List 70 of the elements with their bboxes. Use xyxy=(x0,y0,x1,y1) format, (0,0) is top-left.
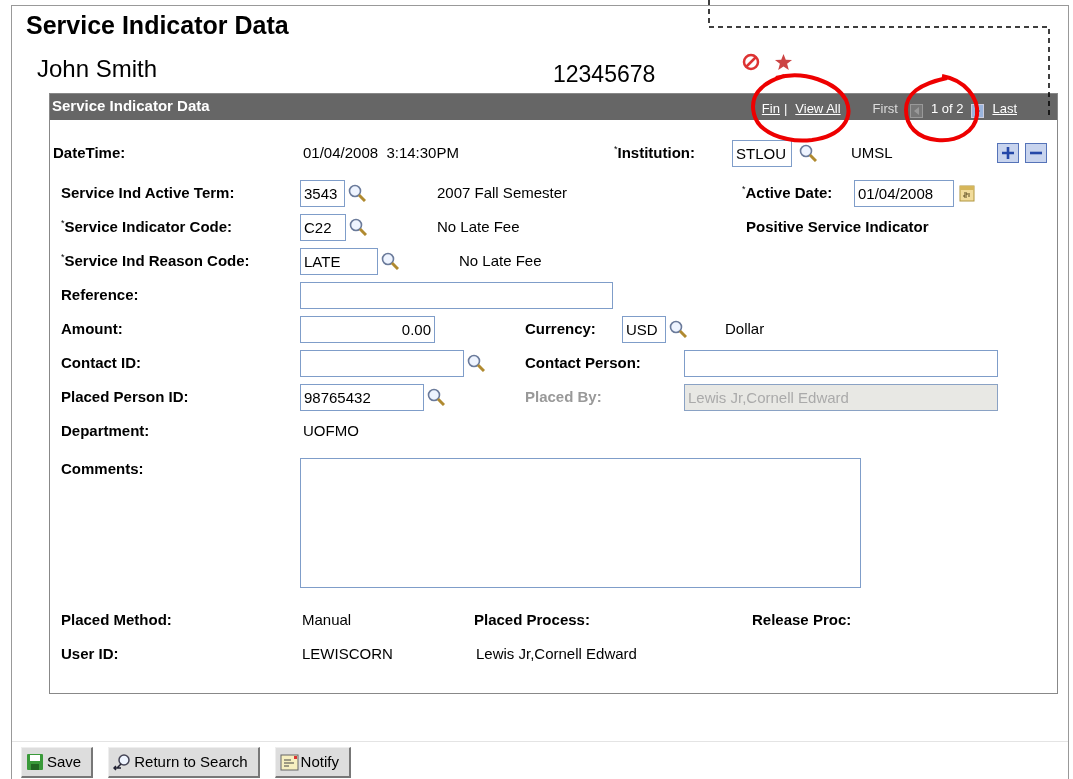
field-value: Lewis Jr,Cornell Edward xyxy=(476,643,638,664)
field-label: Release Proc: xyxy=(752,609,853,630)
input-field[interactable]: STLOU xyxy=(732,139,792,167)
nav-link[interactable]: Fin xyxy=(761,98,780,118)
toolbar-button[interactable]: Return to Search xyxy=(108,747,260,778)
input-field[interactable] xyxy=(684,349,998,377)
status-text: Positive Service Indicator xyxy=(746,216,930,237)
field-label: Placed By: xyxy=(525,386,603,407)
person-name: John Smith xyxy=(37,54,159,84)
field-label: Contact Person: xyxy=(525,352,642,373)
separator-text: | xyxy=(783,99,788,118)
star-icon xyxy=(774,53,793,71)
field-label: $^{*}$Active Date: xyxy=(742,182,834,203)
page-count: 1 of 2 xyxy=(930,99,964,118)
field-label: Contact ID: xyxy=(61,352,142,373)
field-label: Placed Method: xyxy=(61,609,173,630)
delete-row-button[interactable] xyxy=(1025,143,1047,163)
field-label: DateTime: xyxy=(53,142,127,163)
toolbar-button[interactable]: Notify xyxy=(274,747,351,778)
input-field[interactable] xyxy=(300,349,464,377)
input-field[interactable]: 98765432 xyxy=(300,383,424,411)
field-label: $^{*}$Service Indicator Code: xyxy=(61,216,234,237)
field-label: Amount: xyxy=(61,318,124,339)
field-value: UMSL xyxy=(851,142,894,163)
field-value: No Late Fee xyxy=(459,250,543,271)
search-icon[interactable] xyxy=(427,388,445,406)
toolbar-button[interactable]: Save xyxy=(21,747,94,778)
comments-field[interactable] xyxy=(300,458,861,588)
field-label: Service Ind Active Term: xyxy=(61,182,236,203)
field-label: Placed Person ID: xyxy=(61,386,190,407)
field-value: Dollar xyxy=(725,318,766,339)
search-icon[interactable] xyxy=(467,354,485,372)
input-field[interactable] xyxy=(300,281,613,309)
save-icon xyxy=(26,752,45,772)
person-id: 12345678 xyxy=(553,60,657,89)
search-icon[interactable] xyxy=(669,320,687,338)
calendar-icon[interactable] xyxy=(959,184,975,202)
search-icon xyxy=(113,752,133,772)
field-value: 2007 Fall Semester xyxy=(437,182,569,203)
field-label: Currency: xyxy=(525,318,597,339)
field-value: UOFMO xyxy=(303,420,360,441)
page-title: Service Indicator Data xyxy=(26,10,290,41)
field-label: $^{*}$Service Ind Reason Code: xyxy=(61,250,251,271)
nav-link[interactable]: View All xyxy=(795,98,841,118)
input-field[interactable]: USD xyxy=(622,315,666,343)
prohibited-icon xyxy=(742,53,760,71)
field-value: 01/04/2008 3:14:30PM xyxy=(303,142,460,163)
field-label: Reference: xyxy=(61,284,140,305)
field-value: Manual xyxy=(302,609,353,630)
field-label: Placed Process: xyxy=(474,609,591,630)
search-icon[interactable] xyxy=(381,252,399,270)
input-field[interactable]: LATE xyxy=(300,247,378,275)
nav-link[interactable]: Last xyxy=(992,98,1017,118)
add-row-button[interactable] xyxy=(997,143,1019,163)
panel-title: Service Indicator Data xyxy=(51,95,210,116)
input-field[interactable]: 01/04/2008 xyxy=(854,179,954,207)
field-label: $^{*}$Institution: xyxy=(614,142,696,163)
field-label: Comments: xyxy=(61,459,145,479)
field-value: No Late Fee xyxy=(437,216,521,237)
input-field[interactable]: C22 xyxy=(300,213,346,241)
search-icon[interactable] xyxy=(349,218,367,236)
input-field[interactable]: 0.00 xyxy=(300,315,435,343)
field-label: Department: xyxy=(61,420,151,441)
note-icon xyxy=(279,752,299,772)
search-icon[interactable] xyxy=(799,144,817,162)
search-icon[interactable] xyxy=(348,184,366,202)
field-label: User ID: xyxy=(61,643,120,664)
plus-icon xyxy=(1001,146,1015,160)
input-field[interactable]: 3543 xyxy=(300,179,345,207)
field-value: LEWISCORN xyxy=(302,643,394,664)
